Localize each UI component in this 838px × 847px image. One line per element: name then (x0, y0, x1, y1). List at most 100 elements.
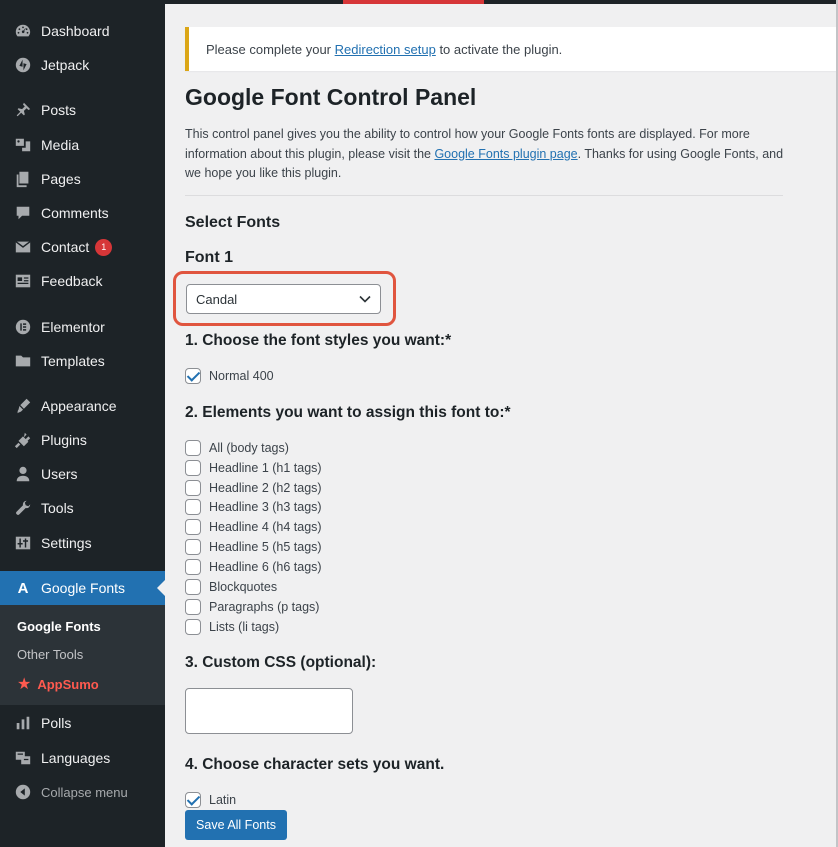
checkbox-label: Headline 4 (h4 tags) (209, 520, 322, 534)
collapse-menu-button[interactable]: Collapse menu (0, 775, 165, 809)
checkbox-label: Headline 5 (h5 tags) (209, 540, 322, 554)
redirection-setup-link[interactable]: Redirection setup (335, 42, 436, 57)
submenu-item-google-fonts[interactable]: Google Fonts (17, 619, 101, 634)
sidebar-item-label: Collapse menu (41, 784, 128, 800)
sidebar-item-settings[interactable]: Settings (0, 526, 165, 560)
sidebar-item-templates[interactable]: Templates (0, 344, 165, 378)
step3-heading: 3. Custom CSS (optional): (185, 654, 377, 671)
sidebar-item-jetpack[interactable]: Jetpack (0, 48, 165, 82)
font-select-value: Candal (196, 291, 238, 307)
setup-notice: Please complete your Redirection setup t… (185, 27, 838, 71)
element-option: Blockquotes (185, 579, 277, 595)
sidebar-item-label: Templates (41, 353, 105, 369)
wrench-icon (13, 498, 33, 518)
notice-text-after: to activate the plugin. (439, 41, 563, 57)
sidebar-item-label: Elementor (41, 319, 105, 335)
sidebar-item-pages[interactable]: Pages (0, 162, 165, 196)
sidebar-item-posts[interactable]: Posts (0, 93, 165, 127)
sidebar-item-appearance[interactable]: Appearance (0, 389, 165, 423)
mail-icon (13, 237, 33, 257)
sidebar-item-label: Plugins (41, 432, 87, 448)
sidebar-item-media[interactable]: Media (0, 128, 165, 162)
element-option: Headline 4 (h4 tags) (185, 519, 322, 535)
step2-heading: 2. Elements you want to assign this font… (185, 404, 511, 421)
sidebar-item-label: Comments (41, 205, 109, 221)
element-option: Headline 2 (h2 tags) (185, 480, 322, 496)
custom-css-textarea[interactable] (185, 688, 353, 734)
pin-icon (13, 100, 33, 120)
media-icon (13, 135, 33, 155)
submenu-item-appsumo[interactable]: ★ AppSumo (17, 674, 99, 694)
appsumo-label: AppSumo (37, 676, 99, 692)
sidebar-item-feedback[interactable]: Feedback (0, 264, 165, 298)
collapse-icon (13, 782, 33, 802)
element-checkbox[interactable] (185, 499, 201, 515)
admin-sidebar: Dashboard Jetpack Posts Media Pages Comm… (0, 0, 165, 847)
sidebar-item-users[interactable]: Users (0, 457, 165, 491)
font-select[interactable]: Candal (186, 284, 381, 314)
style-option: Normal 400 (185, 368, 274, 384)
feedback-icon (13, 271, 33, 291)
element-option: Headline 5 (h5 tags) (185, 539, 322, 555)
sidebar-item-label: Tools (41, 500, 74, 516)
element-option: Lists (li tags) (185, 619, 279, 635)
sidebar-item-plugins[interactable]: Plugins (0, 423, 165, 457)
brush-icon (13, 396, 33, 416)
plugin-page-link[interactable]: Google Fonts plugin page (434, 147, 577, 161)
normal-400-checkbox[interactable] (185, 368, 201, 384)
sidebar-item-contact[interactable]: Contact 1 (0, 230, 165, 264)
checkbox-label: Blockquotes (209, 580, 278, 594)
sidebar-item-tools[interactable]: Tools (0, 491, 165, 525)
sidebar-item-dashboard[interactable]: Dashboard (0, 14, 165, 48)
jetpack-icon (13, 55, 33, 75)
sidebar-item-elementor[interactable]: Elementor (0, 310, 165, 344)
sidebar-item-label: Appearance (41, 398, 117, 414)
sidebar-item-label: Media (41, 137, 80, 153)
intro-paragraph: This control panel gives you the ability… (185, 125, 785, 184)
sidebar-item-label: Feedback (41, 273, 103, 289)
element-checkbox[interactable] (185, 619, 201, 635)
element-checkbox[interactable] (185, 460, 201, 476)
element-checkbox[interactable] (185, 559, 201, 575)
sidebar-item-polls[interactable]: Polls (0, 706, 165, 740)
divider (185, 195, 783, 196)
font-icon: A (17, 579, 29, 597)
sidebar-item-google-fonts[interactable]: A Google Fonts (0, 571, 165, 605)
element-checkbox[interactable] (185, 480, 201, 496)
dashboard-icon (13, 21, 33, 41)
page-title: Google Font Control Panel (185, 84, 477, 110)
element-checkbox[interactable] (185, 579, 201, 595)
element-checkbox[interactable] (185, 440, 201, 456)
sidebar-item-label: Contact (41, 239, 90, 255)
folder-icon (13, 351, 33, 371)
checkbox-label: Normal 400 (209, 369, 274, 383)
plugin-icon (13, 430, 33, 450)
element-checkbox[interactable] (185, 519, 201, 535)
checkbox-label: Latin (209, 793, 237, 807)
save-all-fonts-button[interactable]: Save All Fonts (185, 810, 287, 840)
checkbox-label: Headline 1 (h1 tags) (209, 461, 322, 475)
sidebar-item-label: Google Fonts (41, 580, 126, 596)
sidebar-item-languages[interactable]: Languages (0, 741, 165, 775)
checkbox-label: Headline 3 (h3 tags) (209, 500, 322, 514)
element-option: Headline 3 (h3 tags) (185, 499, 322, 515)
bar-chart-icon (13, 713, 33, 733)
latin-checkbox[interactable] (185, 792, 201, 808)
notice-text-before: Please complete your (206, 41, 332, 57)
comment-icon (13, 203, 33, 223)
submenu-item-other-tools[interactable]: Other Tools (17, 647, 83, 662)
sidebar-item-label: Posts (41, 102, 77, 118)
element-checkbox[interactable] (185, 539, 201, 555)
element-option: Headline 1 (h1 tags) (185, 460, 322, 476)
element-checkbox[interactable] (185, 599, 201, 615)
translate-icon (13, 748, 33, 768)
pages-icon (13, 169, 33, 189)
user-icon (13, 464, 33, 484)
notification-badge: 1 (95, 238, 113, 256)
element-option: Paragraphs (p tags) (185, 599, 319, 615)
sidebar-item-comments[interactable]: Comments (0, 196, 165, 230)
checkbox-label: Headline 2 (h2 tags) (209, 481, 322, 495)
step1-heading: 1. Choose the font styles you want:* (185, 332, 452, 349)
sidebar-item-label: Dashboard (41, 23, 110, 39)
main-content: Please complete your Redirection setup t… (165, 0, 838, 847)
